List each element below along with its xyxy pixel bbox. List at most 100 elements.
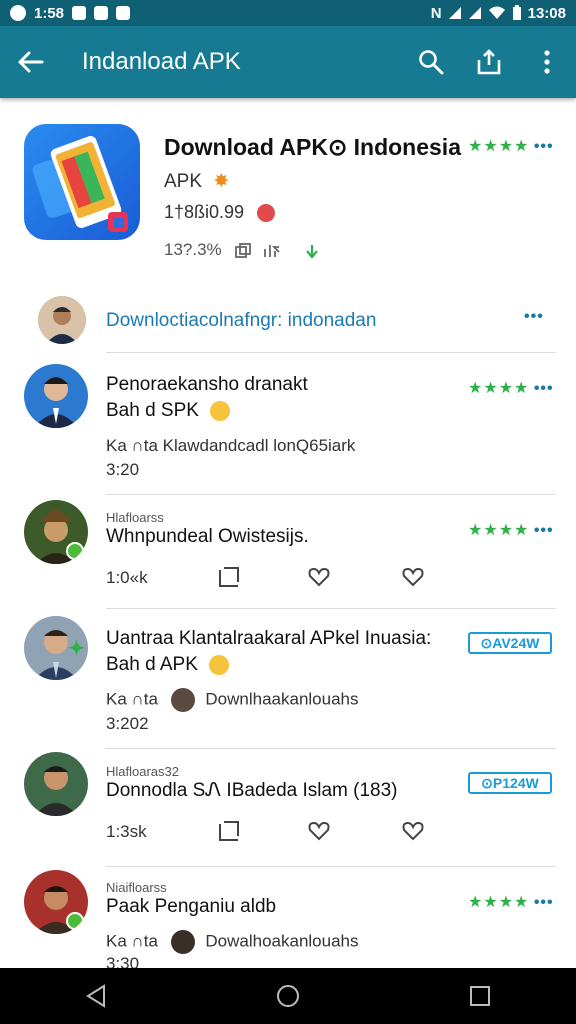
copy-icon (235, 242, 252, 258)
list-item[interactable]: Niaifloarss Paak Penganiu aldb ★★★★ ••• … (0, 866, 576, 968)
heart-badge-icon (257, 204, 276, 223)
more-options-button[interactable] (518, 26, 576, 98)
more-dots[interactable]: ••• (534, 894, 554, 911)
wifi-icon (488, 6, 505, 19)
review-rating: ★★★★ ••• (468, 520, 554, 540)
stats-icon (264, 244, 280, 257)
star-badge-icon: ✸ (213, 171, 230, 192)
avatar (24, 752, 88, 816)
rating-stars: ★★★★ (468, 380, 530, 397)
review-meta-prefix: Ka ∩ta (106, 689, 158, 709)
status-time: 1:58 (34, 4, 65, 22)
review-subtitle-text: Bah d APK (106, 654, 198, 675)
featured-row[interactable]: Downloctiacolnafngr: indonadan ••• (0, 290, 576, 352)
home-circle-icon (277, 985, 299, 1007)
review-rating: ★★★★ ••• (468, 892, 554, 912)
avatar (24, 870, 88, 934)
review-meta-text: Downlhaakanlouahs (205, 689, 359, 709)
more-dots[interactable]: ••• (534, 522, 554, 539)
app-bar: Indanload APK (0, 26, 576, 98)
review-meta: Ka ∩ta Downlhaakanlouahs (106, 688, 359, 712)
status-bar: 1:58 N 13:08 (0, 0, 576, 26)
online-badge-icon (66, 542, 84, 560)
review-title: Whnpundeal Owistesijs. (106, 526, 309, 547)
review-label: Hlafloaras32 (106, 764, 179, 779)
review-subtitle: Bah d APK (106, 654, 230, 676)
featured-more-dots[interactable]: ••• (524, 308, 544, 326)
battery-icon (512, 5, 521, 20)
arrow-badge-icon: ✦ (68, 638, 85, 660)
avatar: ✦ (24, 616, 88, 680)
nfc-icon: N (430, 4, 442, 22)
app-category-label: APK (164, 171, 203, 192)
system-nav-bar (0, 968, 576, 1024)
app-notification-icon (72, 6, 87, 20)
featured-link[interactable]: Downloctiacolnafngr: indonadan (106, 310, 376, 332)
person-avatar-icon (38, 296, 86, 344)
nav-back-button[interactable] (66, 968, 126, 1024)
comment-icon[interactable] (218, 820, 240, 842)
more-vert-icon (544, 50, 550, 74)
small-avatar (170, 688, 195, 712)
avatar (24, 364, 88, 428)
signal-icon (448, 7, 461, 19)
emoji-icon (209, 654, 230, 675)
share-icon (477, 49, 501, 75)
review-meta: Ka ∩ta Klawdandcadl lonQ65iark (106, 436, 356, 455)
review-time: 3:202 (106, 714, 149, 733)
review-time: 3:30 (106, 954, 140, 968)
download-arrow-icon (306, 244, 318, 259)
phone-app-icon (32, 136, 128, 232)
heart-icon[interactable] (308, 821, 330, 841)
rating-stars: ★★★★ (468, 522, 530, 539)
review-meta: Ka ∩ta Dowalhoakanlouahs (106, 930, 359, 954)
heart-icon[interactable] (308, 567, 330, 587)
online-badge-icon (66, 912, 84, 930)
review-meta-text: Dowalhoakanlouahs (205, 931, 359, 951)
review-subtitle-text: Bah d SPK (106, 400, 199, 421)
status-badge: ⊙P124W (468, 772, 552, 794)
app-rating: ★★★★ ••• (468, 136, 554, 156)
app-header: Download APK⊙ Indonesia ★★★★ ••• APK ✸ 1… (0, 110, 576, 280)
back-button[interactable] (0, 26, 62, 98)
app-stats: 13?.3% (164, 240, 320, 260)
nav-recents-button[interactable] (450, 968, 510, 1024)
list-item[interactable]: Hlafloaras32 Donnodla SᏁ IBadeda Islam (… (0, 748, 576, 866)
app-name: Download APK⊙ Indonesia (164, 134, 461, 160)
small-avatar (170, 930, 195, 954)
rating-stars: ★★★★ (468, 894, 530, 911)
comment-icon[interactable] (218, 566, 240, 588)
more-dots[interactable]: ••• (534, 380, 554, 397)
app-stats-value: 13?.3% (164, 240, 222, 259)
app-notification-icon (94, 6, 109, 20)
review-subtitle: Bah d SPK (106, 400, 231, 422)
status-badge: ⊙AV24W (468, 632, 552, 654)
app-icon[interactable] (24, 124, 140, 240)
review-label: Hlafloarss (106, 510, 164, 525)
nav-home-button[interactable] (258, 968, 318, 1024)
back-triangle-icon (86, 984, 105, 1008)
heart-icon[interactable] (402, 821, 424, 841)
share-button[interactable] (460, 26, 518, 98)
review-meta-prefix: Ka ∩ta (106, 931, 158, 951)
search-button[interactable] (402, 26, 460, 98)
page-title: Indanload APK (82, 48, 241, 75)
review-rating: ★★★★ ••• (468, 378, 554, 398)
review-label: Niaifloarss (106, 880, 167, 895)
app-category: APK ✸ (164, 170, 229, 193)
list-item[interactable]: Penoraekansho dranakt Bah d SPK ★★★★ •••… (0, 352, 576, 494)
review-time: 3:20 (106, 460, 140, 479)
person-avatar-icon (24, 752, 88, 816)
signal-icon (468, 7, 481, 19)
review-title: Donnodla SᏁ IBadeda Islam (183) (106, 780, 398, 801)
recents-square-icon (470, 986, 490, 1006)
review-title: Penoraekansho dranakt (106, 374, 308, 395)
back-arrow-icon (18, 51, 44, 73)
avatar (24, 500, 88, 564)
post-count: 1:0«k (106, 568, 148, 587)
heart-icon[interactable] (402, 567, 424, 587)
list-item[interactable]: Hlafloarss Whnpundeal Owistesijs. ★★★★ •… (0, 494, 576, 608)
rating-more-dots[interactable]: ••• (534, 138, 554, 155)
rating-stars: ★★★★ (468, 138, 530, 155)
list-item[interactable]: ✦ Uantraa Klantalraakaral APkel Inuasia:… (0, 608, 576, 748)
